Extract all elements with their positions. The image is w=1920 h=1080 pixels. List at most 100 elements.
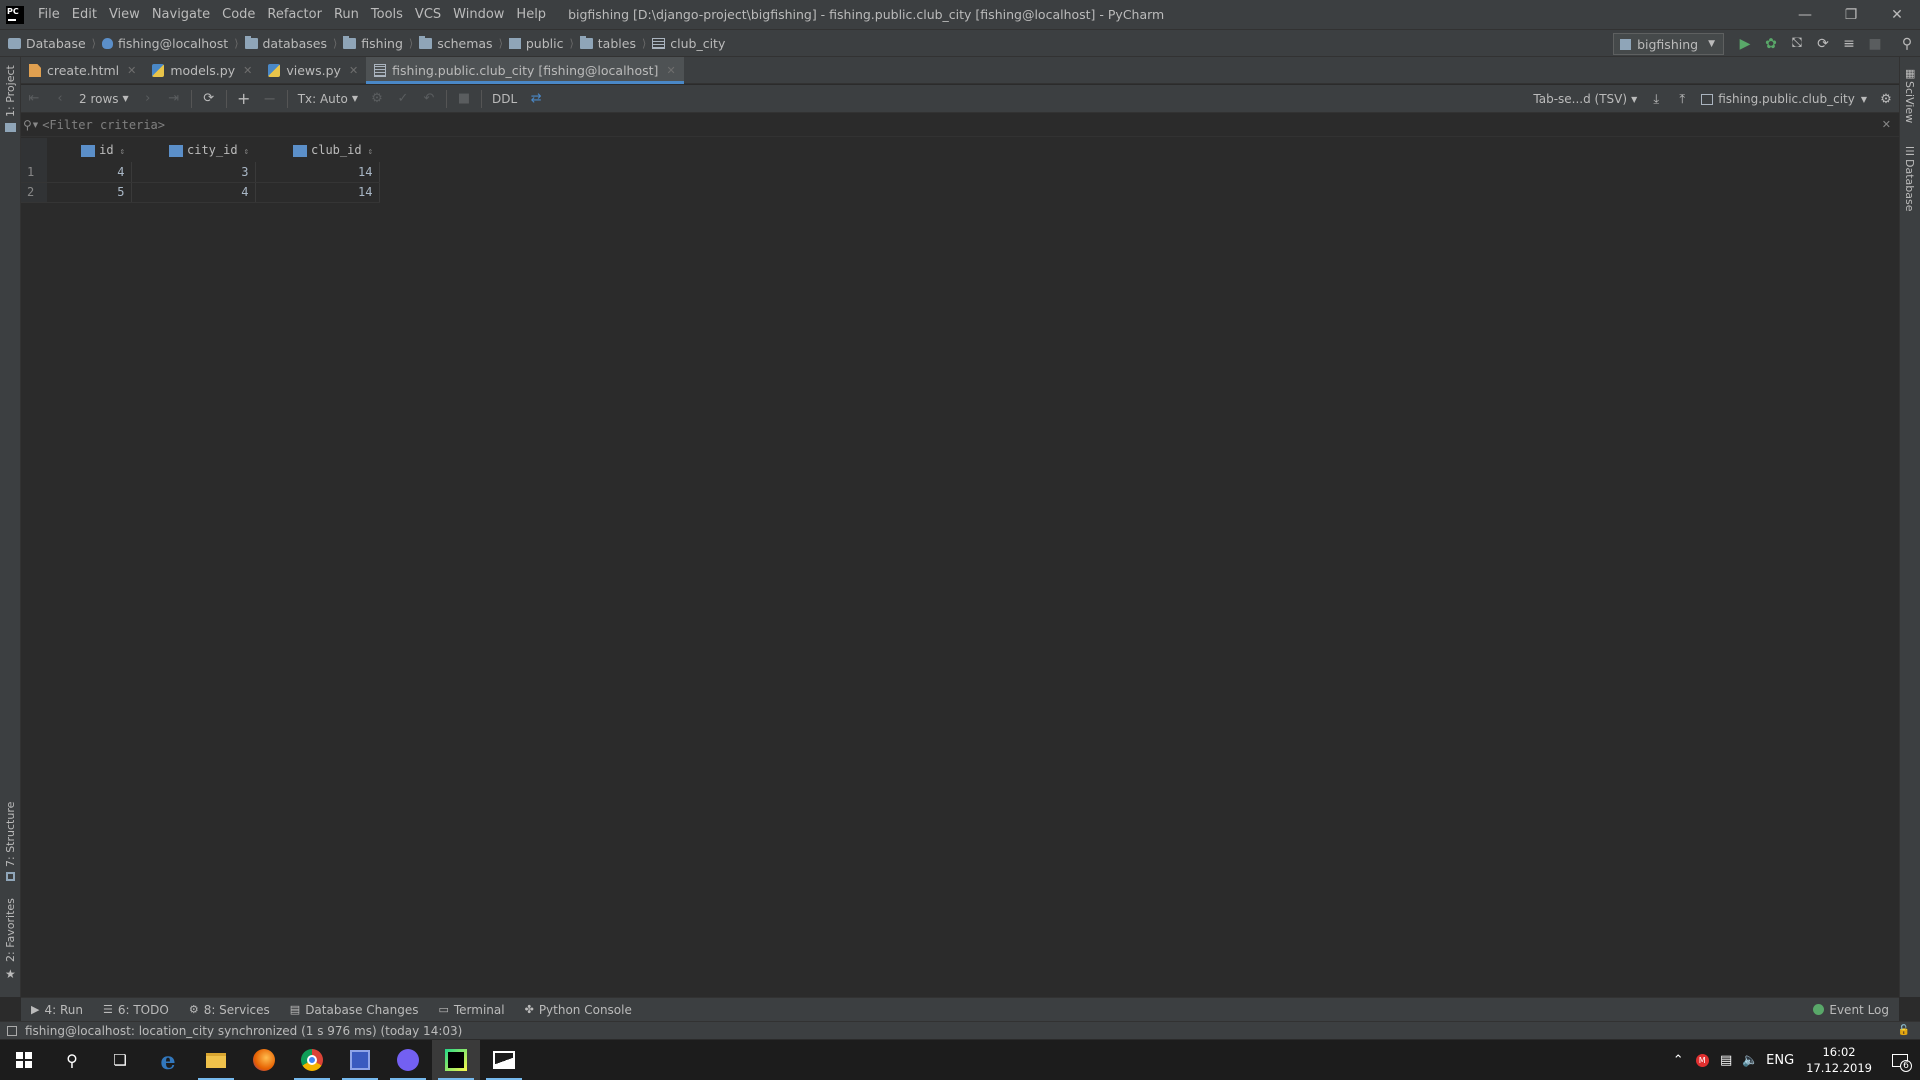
cell-club-id[interactable]: 14 [255,162,380,183]
row-number[interactable]: 2 [21,182,47,203]
taskbar-viber[interactable] [384,1040,432,1080]
compare-icon[interactable]: ⇄ [523,86,549,112]
breadcrumb-datasource[interactable]: fishing@localhost [98,36,232,51]
taskbar-firefox[interactable] [240,1040,288,1080]
run-button[interactable]: ▶ [1732,31,1758,57]
cell-city-id[interactable]: 4 [131,182,256,203]
cell-club-id[interactable]: 14 [255,182,380,203]
lock-icon[interactable]: 🔓 [1898,1025,1910,1036]
menu-tools[interactable]: Tools [365,0,409,29]
tab-views-py[interactable]: views.py ✕ [260,57,366,84]
import-icon[interactable]: ⤒ [1669,86,1695,112]
last-page-button[interactable]: ⇥ [161,86,187,112]
terminal-tool-button[interactable]: ▭ Terminal [428,1003,514,1017]
table-selector[interactable]: fishing.public.club_city ▼ [1695,92,1873,106]
breadcrumb-databases[interactable]: databases [241,35,331,51]
column-header-city-id[interactable]: city_id ⇕ [131,138,255,162]
network-icon[interactable]: ▤ [1714,1040,1738,1080]
taskbar-pycharm[interactable] [432,1040,480,1080]
taskbar-chrome[interactable] [288,1040,336,1080]
debug-button[interactable]: ✿ [1758,31,1784,57]
breadcrumb-fishing[interactable]: fishing [339,35,407,51]
close-tab-icon[interactable]: ✕ [349,64,358,77]
ddl-button[interactable]: DDL [486,92,523,106]
breadcrumb-schemas[interactable]: schemas [415,35,496,51]
status-toggle-icon[interactable] [7,1025,17,1036]
coverage-button[interactable]: ⛞ [1784,31,1810,57]
language-indicator[interactable]: ENG [1762,1040,1798,1080]
run-configuration-select[interactable]: bigfishing ▼ [1613,33,1724,55]
sort-icon[interactable]: ⇕ [368,147,373,157]
taskbar-save-app[interactable] [336,1040,384,1080]
profile-button[interactable]: ⟳ [1810,31,1836,57]
menu-refactor[interactable]: Refactor [261,0,328,29]
show-hidden-icons-button[interactable]: ⌃ [1666,1040,1690,1080]
cell-city-id[interactable]: 3 [131,162,256,183]
restore-button[interactable]: ❐ [1828,0,1874,29]
favorites-panel-toggle[interactable]: 2: Favorites [4,898,17,962]
database-panel-toggle[interactable]: Database [1903,159,1916,212]
taskbar-edge[interactable]: e [144,1040,192,1080]
menu-window[interactable]: Window [447,0,510,29]
antivirus-tray-icon[interactable]: M [1690,1040,1714,1080]
python-console-tool-button[interactable]: ✤ Python Console [515,1003,642,1017]
menu-help[interactable]: Help [510,0,552,29]
project-panel-toggle[interactable]: 1: Project [4,65,17,117]
menu-code[interactable]: Code [216,0,261,29]
menu-vcs[interactable]: VCS [409,0,447,29]
sciview-panel-toggle[interactable]: SciView [1903,81,1916,123]
taskbar-explorer[interactable] [192,1040,240,1080]
services-tool-button[interactable]: ⚙ 8: Services [179,1003,280,1017]
menu-navigate[interactable]: Navigate [146,0,216,29]
volume-icon[interactable]: 🔈 [1738,1040,1762,1080]
run-tool-button[interactable]: ▶ 4: Run [21,1003,93,1017]
filter-criteria-input[interactable]: <Filter criteria> [42,118,165,132]
breadcrumb-club-city[interactable]: club_city [648,36,729,51]
close-tab-icon[interactable]: ✕ [127,64,136,77]
breadcrumb-public[interactable]: public [505,36,568,51]
row-number[interactable]: 1 [21,162,47,183]
previous-page-button[interactable]: ‹ [47,86,73,112]
menu-edit[interactable]: Edit [66,0,103,29]
cell-id[interactable]: 4 [47,162,132,183]
table-row[interactable]: 2 5 4 14 [21,182,380,203]
tab-models-py[interactable]: models.py ✕ [144,57,260,84]
add-row-button[interactable]: + [231,86,257,112]
export-icon[interactable]: ⤓ [1643,86,1669,112]
close-window-button[interactable]: ✕ [1874,0,1920,29]
todo-tool-button[interactable]: ☰ 6: TODO [93,1003,179,1017]
minimize-button[interactable]: — [1782,0,1828,29]
close-tab-icon[interactable]: ✕ [243,64,252,77]
structure-panel-toggle[interactable]: 7: Structure [4,802,17,867]
export-format-select[interactable]: Tab-se...d (TSV) ▼ [1527,92,1643,106]
column-header-id[interactable]: id ⇕ [47,138,131,162]
stop-button[interactable]: ■ [1862,31,1888,57]
menu-run[interactable]: Run [328,0,365,29]
next-page-button[interactable]: › [135,86,161,112]
database-changes-tool-button[interactable]: ▤ Database Changes [280,1003,429,1017]
sort-icon[interactable]: ⇕ [120,147,125,157]
first-page-button[interactable]: ⇤ [21,86,47,112]
clock[interactable]: 16:02 17.12.2019 [1798,1044,1880,1076]
commit-button[interactable]: ✓ [390,86,416,112]
notifications-button[interactable]: 6 [1880,1040,1920,1080]
column-header-club-id[interactable]: club_id ⇕ [255,138,379,162]
cell-id[interactable]: 5 [47,182,132,203]
task-view-button[interactable]: ❏ [96,1040,144,1080]
breadcrumb-tables[interactable]: tables [576,35,640,51]
concurrency-button[interactable]: ≡ [1836,31,1862,57]
cancel-query-button[interactable]: ■ [451,86,477,112]
search-taskbar-button[interactable]: ⚲ [48,1040,96,1080]
delete-row-button[interactable]: − [257,86,283,112]
menu-view[interactable]: View [103,0,146,29]
rollback-button[interactable]: ↶ [416,86,442,112]
transaction-settings-icon[interactable]: ⚙ [364,86,390,112]
search-everywhere-icon[interactable]: ⚲ [1894,31,1920,57]
tab-create-html[interactable]: create.html ✕ [21,57,144,84]
sort-icon[interactable]: ⇕ [244,147,249,157]
close-tab-icon[interactable]: ✕ [666,64,675,77]
taskbar-photos[interactable] [480,1040,528,1080]
clear-filter-icon[interactable]: ✕ [1882,118,1891,131]
settings-gear-icon[interactable]: ⚙ [1873,86,1899,112]
start-button[interactable] [0,1040,48,1080]
